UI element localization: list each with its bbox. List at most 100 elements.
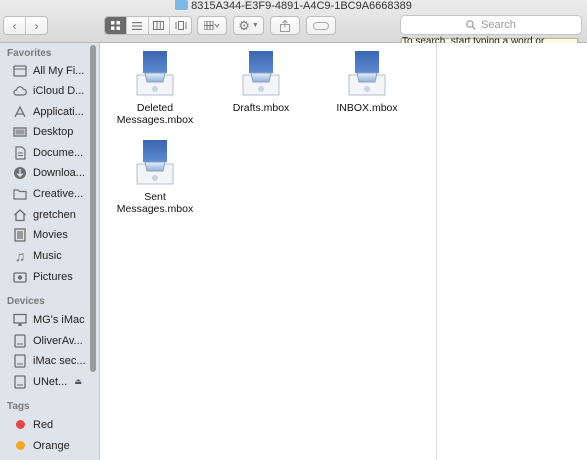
- documents-icon: [13, 145, 27, 160]
- disk-icon: [13, 374, 27, 389]
- chevron-down-icon: ▼: [251, 22, 259, 29]
- sidebar-item-downloads[interactable]: Downloa...: [13, 163, 93, 182]
- sidebar-item-label: Pictures: [33, 270, 73, 283]
- sidebar-item-label: iMac sec...: [33, 354, 86, 367]
- sidebar-item-all-my-files[interactable]: All My Fi...: [13, 61, 93, 80]
- sidebar-item-label: Downloa...: [33, 166, 85, 179]
- arrange-grid-icon: [204, 21, 220, 30]
- sidebar-item-creative-cloud[interactable]: Creative...: [13, 184, 93, 203]
- sidebar-item-label: Music: [33, 249, 62, 262]
- sidebar-item-label: iCloud D...: [33, 84, 85, 97]
- sidebar-item-icloud-drive[interactable]: iCloud D...: [13, 81, 93, 100]
- sidebar-item-label: MG's iMac: [33, 313, 85, 326]
- eject-icon[interactable]: ⏏: [74, 377, 82, 386]
- music-icon: ♫: [14, 247, 26, 264]
- orange-tag-icon: [16, 441, 25, 450]
- sidebar-item-movies[interactable]: Movies: [13, 225, 93, 244]
- sidebar-item-label: Creative...: [33, 187, 84, 200]
- sidebar-item-documents[interactable]: Docume...: [13, 143, 93, 162]
- desktop-icon: [13, 125, 27, 139]
- folder-icon: [13, 187, 27, 201]
- sidebar-item-label: UNet...: [33, 375, 68, 388]
- tags-header: Tags: [7, 401, 30, 412]
- coverflow-view-icon: [175, 21, 187, 30]
- devices-header: Devices: [7, 296, 45, 307]
- sidebar-item-label: OliverAv...: [33, 334, 83, 347]
- file-item[interactable]: Deleted Messages.mbox: [113, 49, 197, 126]
- file-item[interactable]: Drafts.mbox: [219, 49, 303, 114]
- edit-tags-button[interactable]: [306, 16, 336, 35]
- sidebar-scrollbar[interactable]: [90, 45, 96, 372]
- sidebar-item-oliver[interactable]: OliverAv...: [13, 331, 93, 350]
- red-tag-icon: [16, 420, 25, 429]
- tag-icon: [313, 21, 329, 30]
- sidebar-item-imac[interactable]: MG's iMac: [13, 310, 93, 329]
- mailbox-file-icon: [348, 51, 386, 96]
- file-name: Sent Messages.mbox: [116, 191, 194, 215]
- file-name: INBOX.mbox: [336, 102, 398, 114]
- sidebar-item-label: Movies: [33, 228, 68, 241]
- sidebar-item-home[interactable]: gretchen: [13, 205, 93, 224]
- column-view-button[interactable]: [149, 17, 171, 34]
- chevron-left-icon: ‹: [12, 18, 17, 33]
- search-icon: [466, 20, 476, 30]
- search-placeholder: Search: [481, 19, 516, 31]
- action-button[interactable]: ⚙ ▼: [233, 16, 264, 35]
- window-title-text: 8315A344-E3F9-4891-A4C9-1BC9A6668389: [191, 0, 412, 12]
- sidebar-item-music[interactable]: ♫ Music: [13, 246, 93, 265]
- sidebar: Favorites All My Fi... iCloud D... Appli…: [0, 43, 100, 460]
- column-view-icon: [153, 21, 165, 30]
- sidebar-item-label: Desktop: [33, 125, 74, 138]
- list-view-icon: [132, 21, 143, 30]
- imac-icon: [13, 313, 27, 327]
- sidebar-item-label: All My Fi...: [33, 64, 85, 77]
- list-view-button[interactable]: [127, 17, 149, 34]
- sidebar-item-tag-orange[interactable]: Orange: [13, 436, 93, 455]
- coverflow-view-button[interactable]: [170, 17, 191, 34]
- home-icon: [13, 208, 27, 222]
- chevron-right-icon: ›: [34, 18, 39, 33]
- sidebar-item-imac-sec[interactable]: iMac sec...: [13, 351, 93, 370]
- mailbox-file-icon: [242, 51, 280, 96]
- sidebar-item-label: Docume...: [33, 146, 84, 159]
- sidebar-item-applications[interactable]: Applicati...: [13, 102, 93, 121]
- file-name: Drafts.mbox: [232, 102, 290, 114]
- preview-pane: [437, 43, 587, 460]
- movies-icon: [13, 227, 27, 242]
- file-name: Deleted Messages.mbox: [116, 102, 194, 126]
- all-my-files-icon: [13, 64, 27, 78]
- sidebar-item-label: Orange: [33, 439, 70, 452]
- disk-icon: [13, 333, 27, 348]
- gear-icon: ⚙: [238, 17, 250, 33]
- view-mode-control: [104, 16, 192, 35]
- pictures-icon: [13, 270, 27, 284]
- file-item[interactable]: Sent Messages.mbox: [113, 138, 197, 215]
- sidebar-item-label: Red: [33, 418, 54, 431]
- sidebar-item-tag-red[interactable]: Red: [13, 415, 93, 434]
- icon-view-icon: [110, 21, 120, 30]
- share-button[interactable]: [270, 16, 300, 35]
- downloads-icon: [13, 166, 27, 180]
- sidebar-item-label: Applicati...: [33, 105, 84, 118]
- window-title: 8315A344-E3F9-4891-A4C9-1BC9A6668389: [0, 0, 587, 14]
- sidebar-item-unet[interactable]: UNet... ⏏: [13, 372, 93, 391]
- back-button[interactable]: ‹: [4, 17, 26, 34]
- icon-view-button[interactable]: [105, 17, 127, 34]
- sidebar-item-desktop[interactable]: Desktop: [13, 122, 93, 141]
- nav-buttons: ‹ ›: [3, 16, 48, 35]
- disk-icon: [13, 353, 27, 368]
- sidebar-item-label: gretchen: [33, 208, 76, 221]
- favorites-header: Favorites: [7, 48, 52, 59]
- share-icon: [280, 19, 290, 32]
- folder-icon: [175, 0, 189, 10]
- mailbox-file-icon: [136, 140, 174, 185]
- mailbox-file-icon: [136, 51, 174, 96]
- cloud-icon: [13, 84, 27, 98]
- file-browser: Deleted Messages.mbox Drafts.mbox INBOX.…: [100, 43, 437, 460]
- file-item[interactable]: INBOX.mbox: [325, 49, 409, 114]
- arrange-button[interactable]: [197, 16, 227, 35]
- sidebar-item-pictures[interactable]: Pictures: [13, 267, 93, 286]
- forward-button[interactable]: ›: [26, 17, 47, 34]
- applications-icon: [13, 105, 27, 119]
- search-field[interactable]: Search: [400, 15, 582, 35]
